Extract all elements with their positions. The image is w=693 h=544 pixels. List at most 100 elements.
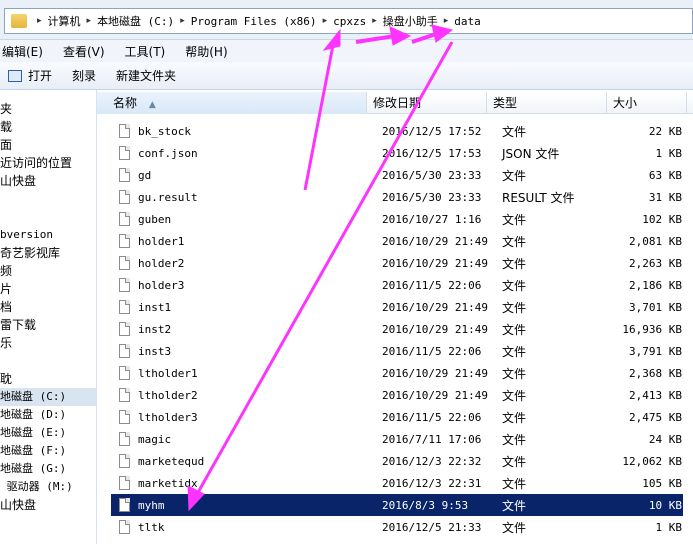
column-date[interactable]: 修改日期 (367, 92, 487, 114)
file-row[interactable]: ltholder2 2016/10/29 21:49 文件 2,413 KB (111, 384, 683, 406)
chevron-right-icon[interactable]: ▸ (368, 16, 381, 26)
file-icon (119, 520, 130, 534)
file-name: conf.json (138, 146, 198, 160)
column-type[interactable]: 类型 (487, 92, 607, 114)
file-icon (119, 476, 130, 490)
file-row[interactable]: gd 2016/5/30 23:33 文件 63 KB (111, 164, 683, 186)
file-type: 文件 (502, 498, 527, 513)
file-name: marketequd (138, 454, 205, 468)
nav-item-downloads[interactable]: 载 (0, 118, 96, 136)
menu-tools[interactable]: 工具(T) (125, 43, 166, 60)
burn-label: 刻录 (72, 69, 97, 83)
nav-item-documents[interactable]: 档 (0, 298, 96, 316)
file-row[interactable]: myhm 2016/8/3 9:53 文件 10 KB (111, 494, 683, 516)
file-size: 2,368 KB (629, 366, 682, 380)
file-row[interactable]: marketequd 2016/12/3 22:32 文件 12,062 KB (111, 450, 683, 472)
new-folder-button[interactable]: 新建文件夹 (116, 67, 176, 84)
nav-item-drive-d[interactable]: 地磁盘 (D:) (0, 406, 96, 424)
file-date: 2016/8/3 9:53 (382, 498, 469, 512)
file-size: 1 KB (655, 520, 683, 534)
nav-item-kuaipan-2[interactable]: 山快盘 (0, 496, 96, 514)
nav-item-music[interactable]: 乐 (0, 334, 96, 352)
column-size[interactable]: 大小 (607, 92, 687, 114)
breadcrumb-caopan[interactable]: 操盘小助手 (381, 13, 440, 29)
file-row[interactable]: magic 2016/7/11 17:06 文件 24 KB (111, 428, 683, 450)
open-button[interactable]: 打开 (8, 67, 52, 84)
chevron-right-icon[interactable]: ▸ (83, 16, 96, 26)
breadcrumb-computer[interactable]: 计算机 (46, 13, 83, 29)
file-icon (119, 146, 130, 160)
file-icon (119, 344, 130, 358)
file-row[interactable]: inst3 2016/11/5 22:06 文件 3,791 KB (111, 340, 683, 362)
file-row[interactable]: inst1 2016/10/29 21:49 文件 3,701 KB (111, 296, 683, 318)
menu-edit[interactable]: 编辑(E) (2, 43, 43, 60)
file-date: 2016/12/3 22:32 (382, 454, 482, 468)
nav-item-recent[interactable]: 近访问的位置 (0, 154, 96, 172)
column-name[interactable]: 名称 ▲ (97, 92, 367, 114)
file-type: 文件 (502, 322, 527, 337)
nav-item-kuaipan[interactable]: 山快盘 (0, 172, 96, 190)
file-row[interactable]: holder1 2016/10/29 21:49 文件 2,081 KB (111, 230, 683, 252)
nav-item-desktop[interactable]: 面 (0, 136, 96, 154)
breadcrumb-drive-c[interactable]: 本地磁盘 (C:) (95, 13, 176, 29)
file-type: 文件 (502, 168, 527, 183)
file-type: 文件 (502, 520, 527, 535)
file-size: 1 KB (655, 146, 683, 160)
file-name: marketidx (138, 476, 198, 490)
address-field[interactable]: ▸ 计算机 ▸ 本地磁盘 (C:) ▸ Program Files (x86) … (4, 8, 693, 34)
menu-view[interactable]: 查看(V) (63, 43, 105, 60)
nav-item-bversion[interactable]: bversion (0, 226, 96, 244)
file-row[interactable]: conf.json 2016/12/5 17:53 JSON 文件 1 KB (111, 142, 683, 164)
file-size: 24 KB (648, 432, 682, 446)
column-type-label: 类型 (493, 96, 518, 110)
file-icon (119, 410, 130, 424)
nav-item-pictures[interactable]: 片 (0, 280, 96, 298)
nav-item-iqiyi[interactable]: 奇艺影视库 (0, 244, 96, 262)
nav-item-computer[interactable]: 耽 (0, 370, 96, 388)
file-icon (119, 168, 130, 182)
chevron-right-icon[interactable]: ▸ (176, 16, 189, 26)
file-row[interactable]: inst2 2016/10/29 21:49 文件 16,936 KB (111, 318, 683, 340)
file-row[interactable]: gu.result 2016/5/30 23:33 RESULT 文件 31 KB (111, 186, 683, 208)
menu-bar: 编辑(E) 查看(V) 工具(T) 帮助(H) (0, 40, 693, 62)
file-name: ltholder1 (138, 366, 198, 380)
file-type: RESULT 文件 (502, 190, 575, 205)
chevron-right-icon[interactable]: ▸ (319, 16, 332, 26)
chevron-right-icon[interactable]: ▸ (440, 16, 453, 26)
file-size: 3,701 KB (629, 300, 682, 314)
address-bar: ▸ 计算机 ▸ 本地磁盘 (C:) ▸ Program Files (x86) … (0, 0, 693, 40)
file-row[interactable]: bk_stock 2016/12/5 17:52 文件 22 KB (111, 120, 683, 142)
file-row[interactable]: marketidx 2016/12/3 22:31 文件 105 KB (111, 472, 683, 494)
menu-help[interactable]: 帮助(H) (185, 43, 227, 60)
burn-button[interactable]: 刻录 (72, 67, 96, 84)
file-icon (119, 322, 130, 336)
breadcrumb-data[interactable]: data (452, 15, 483, 28)
nav-item-drive-e[interactable]: 地磁盘 (E:) (0, 424, 96, 442)
file-icon (119, 190, 130, 204)
file-row[interactable]: ltholder1 2016/10/29 21:49 文件 2,368 KB (111, 362, 683, 384)
file-row[interactable]: tltk 2016/12/5 21:33 文件 1 KB (111, 516, 683, 538)
nav-item-favorites[interactable]: 夹 (0, 100, 96, 118)
breadcrumb-program-files[interactable]: Program Files (x86) (189, 15, 319, 28)
breadcrumb-cpxzs[interactable]: cpxzs (331, 15, 368, 28)
file-type: JSON 文件 (502, 146, 560, 161)
file-type: 文件 (502, 256, 527, 271)
chevron-right-icon[interactable]: ▸ (33, 16, 46, 26)
file-icon (119, 124, 130, 138)
file-type: 文件 (502, 212, 527, 227)
nav-item-videos[interactable]: 频 (0, 262, 96, 280)
file-type: 文件 (502, 366, 527, 381)
file-row[interactable]: guben 2016/10/27 1:16 文件 102 KB (111, 208, 683, 230)
nav-item-drive-c[interactable]: 地磁盘 (C:) (0, 388, 96, 406)
file-row[interactable]: ltholder3 2016/11/5 22:06 文件 2,475 KB (111, 406, 683, 428)
nav-item-drive-f[interactable]: 地磁盘 (F:) (0, 442, 96, 460)
nav-item-drive-g[interactable]: 地磁盘 (G:) (0, 460, 96, 478)
file-icon (119, 498, 130, 512)
file-row[interactable]: holder3 2016/11/5 22:06 文件 2,186 KB (111, 274, 683, 296)
open-icon (8, 69, 22, 82)
file-row[interactable]: holder2 2016/10/29 21:49 文件 2,263 KB (111, 252, 683, 274)
nav-item-drive-m[interactable]: 驱动器 (M:) (0, 478, 96, 496)
file-date: 2016/11/5 22:06 (382, 278, 482, 292)
nav-item-thunder[interactable]: 雷下载 (0, 316, 96, 334)
file-date: 2016/10/29 21:49 (382, 388, 488, 402)
